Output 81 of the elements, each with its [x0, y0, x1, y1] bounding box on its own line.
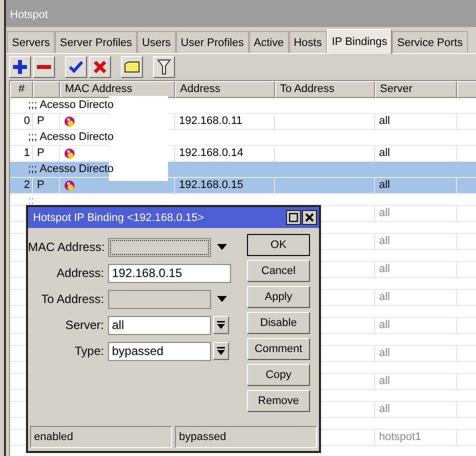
status-text: enabled	[30, 426, 172, 448]
caret-icon	[217, 347, 225, 355]
field-label: Address:	[56, 266, 105, 280]
tab[interactable]: Users	[137, 31, 176, 53]
table-cell: all	[375, 402, 457, 417]
check-icon	[69, 60, 83, 74]
table-cell: 192.168.0.11	[175, 114, 275, 129]
table-cell: all	[375, 146, 457, 161]
caret-icon[interactable]	[217, 296, 227, 302]
enable-button[interactable]	[65, 56, 87, 78]
table-cell: all	[375, 114, 457, 129]
comment-text: ;;; Acesso Directo	[28, 163, 114, 175]
table-cell: all	[375, 318, 457, 333]
table-cell: all	[375, 206, 457, 221]
comment-text: ;;; Acesso Directo	[28, 99, 114, 111]
close-icon	[305, 213, 314, 222]
cross-icon	[93, 60, 107, 74]
table-cell: 1	[10, 146, 33, 161]
info-icon	[64, 148, 75, 160]
table-cell: all	[375, 374, 457, 389]
column-header[interactable]: To Address	[275, 81, 375, 98]
table-cell: all	[375, 346, 457, 361]
tab[interactable]: Servers	[7, 31, 55, 53]
table-cell: P	[33, 146, 60, 161]
table-cell: all	[375, 178, 457, 193]
table-cell: 2	[10, 178, 33, 193]
plus-icon	[13, 60, 27, 74]
info-icon	[64, 116, 75, 128]
maximize-button[interactable]	[286, 210, 301, 225]
tab[interactable]: Hosts	[288, 31, 327, 53]
dialog-button[interactable]: Disable	[247, 312, 310, 334]
table-cell: 0	[10, 114, 33, 129]
dialog-button[interactable]: Apply	[247, 286, 310, 308]
select-field[interactable]: all	[108, 316, 211, 334]
filter-icon	[157, 59, 171, 75]
dropdown-field[interactable]	[108, 290, 211, 308]
table-cell: P	[33, 178, 60, 193]
dropdown-field[interactable]	[108, 238, 211, 256]
column-header[interactable]: #	[10, 81, 33, 98]
field-label: Server:	[64, 318, 105, 332]
dialog-button[interactable]: Comment	[247, 338, 310, 360]
caret-icon	[217, 321, 225, 329]
note-icon	[124, 61, 140, 73]
remove-button[interactable]	[33, 56, 55, 78]
table-cell: all	[375, 262, 457, 277]
comment-text: ;;; Acesso Directo	[28, 131, 114, 143]
comment-button[interactable]	[121, 56, 143, 78]
select-field[interactable]: bypassed	[108, 342, 211, 360]
dialog-button[interactable]: Copy	[247, 364, 310, 386]
dropdown-button[interactable]	[213, 316, 229, 334]
table-cell: hotspot1	[375, 430, 457, 445]
caret-icon[interactable]	[217, 244, 227, 250]
comment-text: ::	[28, 195, 34, 205]
tab[interactable]: IP Bindings	[326, 29, 392, 54]
column-header[interactable]: Server	[375, 81, 457, 98]
dialog-button[interactable]: Cancel	[247, 260, 310, 282]
window-title: Hotspot	[6, 0, 476, 27]
add-button[interactable]	[9, 56, 31, 78]
status-text: bypassed	[175, 426, 317, 448]
table-cell: 192.168.0.15	[175, 178, 275, 193]
disable-button[interactable]	[89, 56, 111, 78]
dialog-button[interactable]: OK	[247, 234, 310, 256]
tab[interactable]: Active	[248, 31, 289, 53]
input-field[interactable]: 192.168.0.15	[108, 264, 231, 282]
filter-button[interactable]	[153, 56, 175, 78]
dialog-button[interactable]: Remove	[247, 390, 310, 412]
dropdown-button[interactable]	[213, 342, 229, 360]
field-label: Type:	[74, 344, 105, 358]
column-header[interactable]: Address	[175, 81, 275, 98]
table-cell: all	[375, 290, 457, 305]
dialog-title: Hotspot IP Binding <192.168.0.15>	[33, 212, 204, 224]
tab[interactable]: Server Profiles	[54, 31, 138, 53]
tab[interactable]: User Profiles	[176, 31, 249, 53]
table-cell: 192.168.0.14	[175, 146, 275, 161]
table-cell: all	[375, 234, 457, 249]
field-label: MAC Address:	[28, 240, 106, 254]
tab[interactable]: Service Ports	[392, 31, 468, 53]
info-icon	[64, 180, 75, 192]
field-label: To Address:	[40, 292, 105, 306]
table-cell: P	[33, 114, 60, 129]
close-button[interactable]	[302, 210, 317, 225]
